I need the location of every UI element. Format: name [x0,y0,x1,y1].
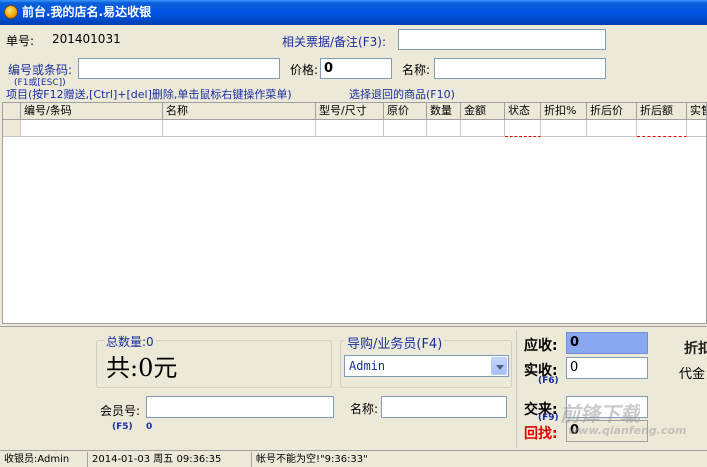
total-qty-value: 0 [146,335,154,349]
discount-label: 折扣 [684,341,707,357]
column-header-amount[interactable]: 金额 [461,103,505,120]
staff-label: 导购/业务员(F4) [345,333,445,352]
status-message: 帐号不能为空!"9:36:33" [256,454,368,465]
column-header-name[interactable]: 名称 [163,103,316,120]
ref-input[interactable] [398,29,606,50]
status-datetime: 2014-01-03 周五 09:36:35 [88,452,252,467]
table-cell[interactable] [541,120,587,137]
member-hotkey: (F5) [112,422,133,432]
watermark-text: 前锋下载 [560,402,640,426]
table-cell[interactable] [163,120,316,137]
column-header-qty[interactable]: 数量 [427,103,461,120]
member-no-label: 会员号: [100,404,141,418]
column-header-discounted-amount[interactable]: 折后额 [637,103,687,120]
column-header-code[interactable]: 编号/条码 [21,103,163,120]
window-titlebar[interactable]: 前台.我的店名.易达收银 [0,0,707,25]
change-label: 回找: [524,426,558,442]
select-return-link[interactable]: 选择退回的商品(F10) [349,86,455,102]
staff-select[interactable]: Admin [344,355,509,377]
items-hint: 项目(按F12赠送,[Ctrl]+[del]删除,单击鼠标右键操作菜单) [6,88,292,101]
status-cashier: 收银员:Admin [0,452,88,467]
items-table[interactable]: 编号/条码 名称 型号/尺寸 原价 数量 金额 状态 折扣% 折后价 折后额 实… [2,102,707,324]
table-cell[interactable] [384,120,427,137]
column-header-actual[interactable]: 实售 [687,103,706,120]
table-cell[interactable] [21,120,163,137]
table-cell[interactable] [316,120,384,137]
due-label: 应收: [524,338,558,354]
due-value: 0 [570,335,580,350]
row-selector[interactable] [3,120,21,137]
staff-dropdown-button[interactable] [491,357,507,375]
app-icon [4,5,18,19]
pay-hotkey: (F9) [538,413,559,423]
column-header-discounted-price[interactable]: 折后价 [587,103,637,120]
column-header-original-price[interactable]: 原价 [384,103,427,120]
price-label: 价格: [290,63,319,77]
due-value-field: 0 [566,332,648,354]
chevron-down-icon [496,365,504,370]
column-header-status[interactable]: 状态 [505,103,541,120]
total-amount-value: 0 [138,354,154,382]
paid-hotkey: (F6) [538,376,559,386]
statusbar: 收银员:Admin 2014-01-03 周五 09:36:35 帐号不能为空!… [0,450,707,467]
order-no-label: 单号: [6,34,35,48]
total-amount: 共:0元 [106,348,177,383]
member-no-input[interactable] [146,396,334,418]
name-label: 名称: [402,63,431,77]
table-cell[interactable] [587,120,637,137]
price-input[interactable]: 0 [320,58,392,79]
member-name-label: 名称: [350,402,379,416]
column-header-model[interactable]: 型号/尺寸 [316,103,384,120]
total-qty-label: 总数量: [106,335,147,349]
code-input[interactable] [78,58,280,79]
window-title: 前台.我的店名.易达收银 [22,5,152,19]
table-cell[interactable] [427,120,461,137]
price-input-value: 0 [324,61,334,76]
table-cell-discounted-amount[interactable] [637,120,687,137]
staff-selected: Admin [349,359,386,373]
column-header-discount[interactable]: 折扣% [541,103,587,120]
ref-label: 相关票据/备注(F3): [282,35,386,49]
order-no-value: 201401031 [52,32,121,46]
total-amount-unit: 元 [153,354,178,382]
name-input[interactable] [434,58,606,79]
table-cell-status[interactable] [505,120,541,137]
watermark-url: www.qianfeng.com [568,424,687,437]
table-cell[interactable] [461,120,505,137]
member-points: 0 [146,422,153,432]
paid-value: 0 [570,360,579,375]
total-amount-prefix: 共: [106,354,139,382]
row-selector-header [3,103,21,120]
table-cell[interactable] [687,120,706,137]
member-name-input[interactable] [381,396,507,418]
payment-divider [516,330,517,448]
paid-input[interactable]: 0 [566,357,648,379]
voucher-label: 代金 [679,367,706,382]
